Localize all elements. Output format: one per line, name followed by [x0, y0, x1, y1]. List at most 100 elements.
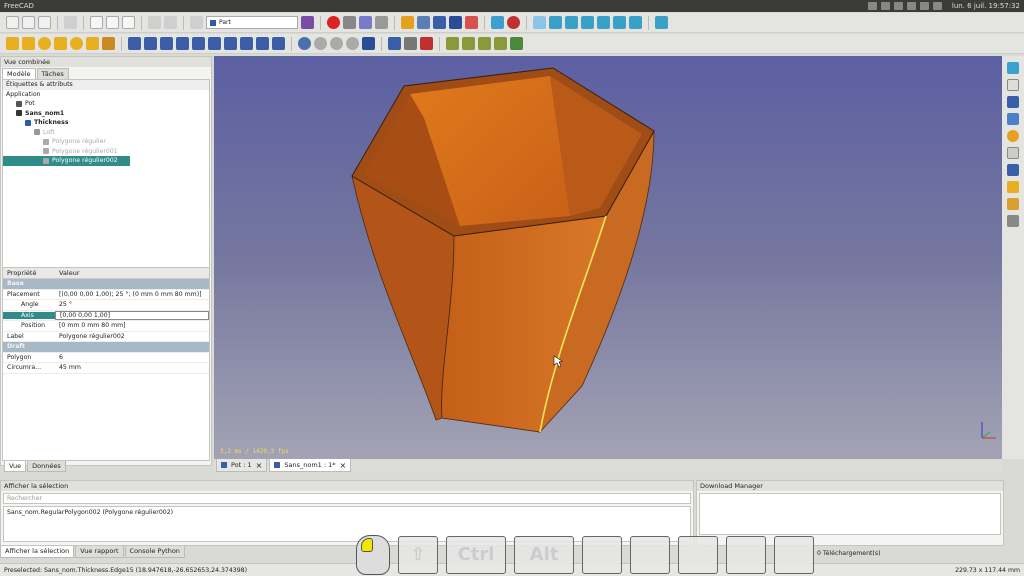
tab-model[interactable]: Modèle	[2, 68, 36, 79]
right-tool-2-icon[interactable]	[1007, 79, 1019, 91]
document-tab[interactable]: Pot : 1 ×	[216, 459, 268, 472]
view-top-icon[interactable]	[565, 16, 578, 29]
part-sphere-icon[interactable]	[38, 37, 51, 50]
tree-item[interactable]: Polygone régulier001	[3, 147, 209, 157]
fit-all-icon[interactable]	[491, 16, 504, 29]
view-rear-icon[interactable]	[597, 16, 610, 29]
right-tool-9-icon[interactable]	[1007, 198, 1019, 210]
view-left-icon[interactable]	[629, 16, 642, 29]
view-front-icon[interactable]	[549, 16, 562, 29]
property-row[interactable]: Placement [(0,00 0,00 1,00); 25 °; (0 mm …	[3, 290, 209, 300]
tab-report-view[interactable]: Vue rapport	[75, 546, 124, 558]
refresh-icon[interactable]	[190, 16, 203, 29]
tree-item[interactable]: Polygone régulier	[3, 137, 209, 147]
measure-linear-icon[interactable]	[446, 37, 459, 50]
3d-viewport[interactable]: 3,2 ms / 1420,3 fps	[214, 56, 1002, 459]
right-tool-1-icon[interactable]	[1007, 62, 1019, 74]
tree-item[interactable]: Polygone régulier002	[3, 156, 130, 166]
close-icon[interactable]: ×	[340, 461, 347, 470]
print-icon[interactable]	[64, 16, 77, 29]
part-cut-icon[interactable]	[314, 37, 327, 50]
property-value[interactable]: [(0,00 0,00 1,00); 25 °; (0 mm 0 mm 80 m…	[55, 291, 209, 298]
tray-icon-6[interactable]	[932, 2, 942, 10]
copy-icon[interactable]	[106, 16, 119, 29]
part-cylinder-icon[interactable]	[22, 37, 35, 50]
part-chamfer-icon[interactable]	[192, 37, 205, 50]
part-extrude-icon[interactable]	[128, 37, 141, 50]
part-section-icon[interactable]	[388, 37, 401, 50]
part-cone-icon[interactable]	[54, 37, 67, 50]
right-tool-8-icon[interactable]	[1007, 181, 1019, 193]
property-row[interactable]: Circumra... 45 mm	[3, 363, 209, 374]
property-group[interactable]: Draft	[3, 342, 209, 353]
tray-icon-3[interactable]	[893, 2, 903, 10]
undo-icon[interactable]	[148, 16, 161, 29]
property-value[interactable]: 25 °	[55, 301, 209, 308]
tray-icon-4[interactable]	[906, 2, 916, 10]
clock[interactable]: lun. 6 juil. 19:57:32	[946, 2, 1020, 10]
pot-model[interactable]	[214, 56, 1002, 459]
part-loft-icon[interactable]	[240, 37, 253, 50]
tab-data[interactable]: Données	[27, 461, 66, 472]
measure-toggle-icon[interactable]	[510, 37, 523, 50]
workbench-select[interactable]: Part	[206, 16, 298, 29]
close-icon[interactable]: ×	[256, 461, 263, 470]
view-more-icon[interactable]	[655, 16, 668, 29]
redo-icon[interactable]	[164, 16, 177, 29]
part-torus-icon[interactable]	[70, 37, 83, 50]
property-group[interactable]: Base	[3, 279, 209, 290]
tray-icon-5[interactable]	[919, 2, 929, 10]
right-tool-5-icon[interactable]	[1007, 130, 1019, 142]
tree-item[interactable]: Thickness	[3, 118, 209, 128]
part-box-icon[interactable]	[6, 37, 19, 50]
property-value[interactable]: 6	[55, 354, 209, 361]
document-tab[interactable]: Sans_nom1 : 1* ×	[269, 459, 352, 472]
measure-angular-icon[interactable]	[462, 37, 475, 50]
tab-python-console[interactable]: Console Python	[124, 546, 185, 558]
view-bottom-icon[interactable]	[613, 16, 626, 29]
tree-item[interactable]: Loft	[3, 128, 209, 138]
whats-this-icon[interactable]	[301, 16, 314, 29]
part-fuse-icon[interactable]	[330, 37, 343, 50]
tab-view[interactable]: Vue	[4, 461, 27, 472]
part-boolean-icon[interactable]	[298, 37, 311, 50]
view-isometric-icon[interactable]	[533, 16, 546, 29]
tray-icon-2[interactable]	[880, 2, 890, 10]
save-document-icon[interactable]	[38, 16, 51, 29]
part-primitives-icon[interactable]	[86, 37, 99, 50]
part-shape-builder-icon[interactable]	[102, 37, 115, 50]
tree-item[interactable]: Sans_nom1	[3, 109, 209, 119]
part-cross-section-icon[interactable]	[404, 37, 417, 50]
selection-list-item[interactable]: Sans_nom.RegularPolygon002 (Polygone rég…	[7, 509, 687, 516]
tab-selection-view[interactable]: Afficher la sélection	[0, 546, 75, 558]
part-ruled-surface-icon[interactable]	[224, 37, 237, 50]
part-revolve-icon[interactable]	[144, 37, 157, 50]
right-tool-10-icon[interactable]	[1007, 215, 1019, 227]
part-fillet-icon[interactable]	[176, 37, 189, 50]
selection-search-input[interactable]: Rechercher	[3, 493, 691, 504]
view-tool-3-icon[interactable]	[449, 16, 462, 29]
property-row[interactable]: Polygon 6	[3, 353, 209, 363]
draw-style-icon[interactable]	[507, 16, 520, 29]
right-tool-7-icon[interactable]	[1007, 164, 1019, 176]
property-column-header[interactable]: Propriété	[3, 269, 55, 277]
tab-tasks[interactable]: Tâches	[36, 68, 69, 79]
view-right-icon[interactable]	[581, 16, 594, 29]
part-make-face-icon[interactable]	[208, 37, 221, 50]
new-document-icon[interactable]	[6, 16, 19, 29]
property-value[interactable]: [0,00 0,00 1,00]	[55, 310, 209, 320]
macro-record-icon[interactable]	[327, 16, 340, 29]
property-value[interactable]: 45 mm	[55, 364, 209, 371]
right-tool-6-icon[interactable]	[1007, 147, 1019, 159]
right-tool-3-icon[interactable]	[1007, 96, 1019, 108]
right-tool-4-icon[interactable]	[1007, 113, 1019, 125]
measure-refresh-icon[interactable]	[478, 37, 491, 50]
part-join-icon[interactable]	[362, 37, 375, 50]
macro-edit-icon[interactable]	[359, 16, 372, 29]
measure-icon[interactable]	[401, 16, 414, 29]
part-sweep-icon[interactable]	[256, 37, 269, 50]
part-common-icon[interactable]	[346, 37, 359, 50]
property-row[interactable]: Axis [0,00 0,00 1,00]	[3, 310, 209, 321]
value-column-header[interactable]: Valeur	[55, 269, 80, 277]
property-value[interactable]: [0 mm 0 mm 80 mm]	[55, 322, 209, 329]
